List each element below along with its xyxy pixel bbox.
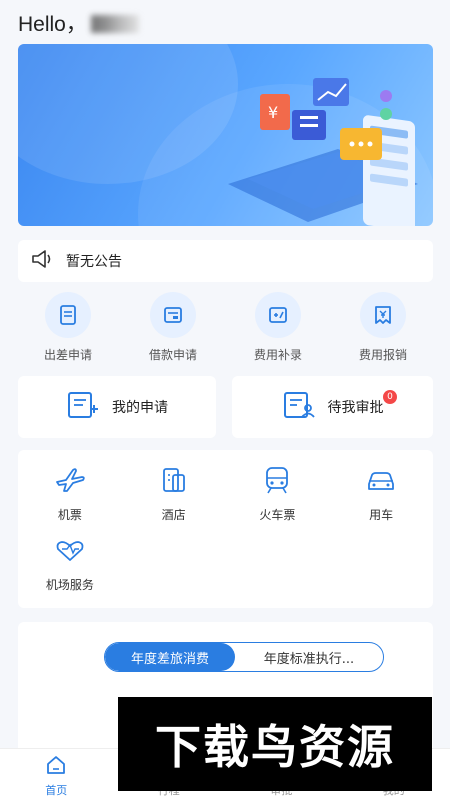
quick-action-travel-request[interactable]: 出差申请 <box>18 292 118 370</box>
quick-action-label: 出差申请 <box>43 348 92 362</box>
service-flight[interactable]: 机票 <box>18 464 122 534</box>
document-icon <box>45 292 91 338</box>
svg-text:¥: ¥ <box>268 103 278 122</box>
service-label: 机票 <box>57 508 82 522</box>
tab-label: 首页 <box>45 784 68 797</box>
hotel-icon <box>157 464 191 500</box>
pending-approval-card[interactable]: 待我审批 0 <box>232 376 433 438</box>
pending-badge: 0 <box>383 390 397 404</box>
greeting-text: Hello， <box>18 13 87 36</box>
speaker-icon <box>30 249 56 273</box>
watermark-overlay: 下载鸟资源 <box>118 697 432 791</box>
quick-actions: 出差申请 借款申请 费用补录 费用报销 <box>18 292 433 370</box>
my-requests-card[interactable]: 我的申请 <box>18 376 216 438</box>
my-requests-label: 我的申请 <box>112 400 168 416</box>
service-train[interactable]: 火车票 <box>226 464 330 534</box>
edit-icon <box>255 292 301 338</box>
tab-annual-travel-spend[interactable]: 年度差旅消费 <box>105 643 235 671</box>
service-label: 用车 <box>369 508 394 522</box>
watermark-text: 下载鸟资源 <box>155 720 395 774</box>
tab-home[interactable]: 首页 <box>0 749 113 800</box>
quick-action-expense-supplement[interactable]: 费用补录 <box>228 292 328 370</box>
document-user-icon <box>282 390 316 424</box>
car-icon <box>364 464 398 500</box>
service-label: 火车票 <box>259 508 296 522</box>
promo-banner[interactable]: ¥ <box>18 44 433 226</box>
card-icon <box>150 292 196 338</box>
document-add-icon <box>66 390 100 424</box>
stats-toggle: 年度差旅消费 年度标准执行... <box>104 642 384 672</box>
quick-action-label: 借款申请 <box>148 348 197 362</box>
banner-illustration: ¥ <box>228 78 418 226</box>
quick-action-loan-request[interactable]: 借款申请 <box>123 292 223 370</box>
user-name-blurred <box>90 15 139 33</box>
travel-services: 机票 酒店 火车票 用车 机场服务 <box>18 450 433 608</box>
service-hotel[interactable]: 酒店 <box>122 464 226 534</box>
tab-annual-standard-compliance[interactable]: 年度标准执行... <box>235 643 383 671</box>
train-icon <box>260 464 294 500</box>
announcement-text: 暂无公告 <box>66 254 122 270</box>
receipt-icon <box>360 292 406 338</box>
pending-approval-label: 待我审批 <box>327 400 384 416</box>
service-car[interactable]: 用车 <box>329 464 433 534</box>
quick-action-label: 费用补录 <box>253 348 302 362</box>
home-icon <box>45 755 67 779</box>
quick-action-expense-reimbursement[interactable]: 费用报销 <box>333 292 433 370</box>
service-label: 酒店 <box>161 508 186 522</box>
airport-service-icon <box>53 534 87 570</box>
plane-icon <box>53 464 87 500</box>
quick-action-label: 费用报销 <box>358 348 407 362</box>
announcement-bar[interactable]: 暂无公告 <box>18 240 433 282</box>
service-airport[interactable]: 机场服务 <box>18 534 122 604</box>
service-label: 机场服务 <box>45 578 94 592</box>
greeting: Hello， <box>18 8 139 38</box>
